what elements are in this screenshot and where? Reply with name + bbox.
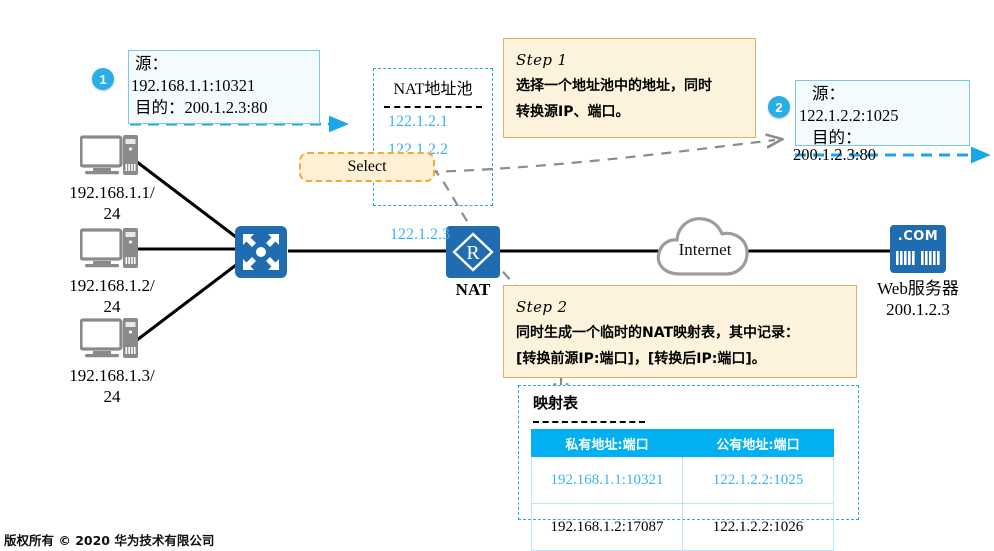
host-label-3-line1: 192.168.1.3/ <box>69 366 155 385</box>
web-server-label-line2: 200.1.2.3 <box>886 300 950 319</box>
host-label-3: 192.168.1.3/ 24 <box>42 365 182 407</box>
step2-title: Step 2 <box>516 298 568 316</box>
mapping-row2-private: 192.168.1.2:17087 <box>531 503 683 551</box>
host-label-1-line2: 24 <box>103 204 121 223</box>
switch-glyph <box>235 226 287 278</box>
nat-address-pool-box: NAT地址池 122.1.2.1 122.1.2.2 <box>373 68 493 206</box>
step1-line2: 转换源IP、端口。 <box>516 104 630 120</box>
mapping-row1-public: 122.1.2.2:1025 <box>682 456 834 504</box>
packet-before-badge: 1 <box>92 68 114 90</box>
host-icon-3 <box>79 318 140 365</box>
packet-after-badge: 2 <box>768 96 790 118</box>
mapping-table-header-private: 私有地址:端口 <box>531 429 683 457</box>
pool-divider <box>384 106 482 108</box>
step1-title: Step 1 <box>516 51 568 69</box>
packet-after-line1: 源： <box>812 84 845 103</box>
host-label-1: 192.168.1.1/ 24 <box>42 182 182 224</box>
packet-after-overflow-line: 200.1.2.3:80 <box>793 145 876 164</box>
mapping-table-header-row: 私有地址:端口 公有地址:端口 <box>531 429 834 457</box>
mapping-table-panel: 映射表 私有地址:端口 公有地址:端口 192.168.1.1:10321 12… <box>518 385 859 551</box>
step1-line1: 选择一个地址池中的地址，同时 <box>516 78 712 94</box>
packet-after-bubble: 源： 122.1.2.2:1025 目的： <box>795 80 970 147</box>
web-server-label: Web服务器 200.1.2.3 <box>858 278 978 320</box>
host-label-2-line2: 24 <box>103 297 121 316</box>
mapping-table: 私有地址:端口 公有地址:端口 192.168.1.1:10321 122.1.… <box>531 429 834 551</box>
packet-before-line1: 源： <box>135 54 168 73</box>
mapping-row1-private: 192.168.1.1:10321 <box>531 456 683 504</box>
step1-note: Step 1 选择一个地址池中的地址，同时 转换源IP、端口。 <box>503 38 756 138</box>
step2-note: Step 2 同时生成一个临时的NAT映射表，其中记录： [转换前源IP:端口]… <box>503 285 857 378</box>
step2-line1: 同时生成一个临时的NAT映射表，其中记录： <box>516 325 800 341</box>
select-chip[interactable]: Select <box>299 152 435 182</box>
host-label-3-line2: 24 <box>103 387 121 406</box>
mapping-row2-public: 122.1.2.2:1026 <box>682 503 834 551</box>
host-icon-1 <box>79 135 140 182</box>
mapping-table-header-public: 公有地址:端口 <box>682 429 834 457</box>
nat-router-icon: R <box>446 226 500 283</box>
select-chip-label: Select <box>347 158 387 175</box>
internet-cloud-label: Internet <box>678 240 732 259</box>
host-label-2: 192.168.1.2/ 24 <box>42 275 182 317</box>
host-label-1-line1: 192.168.1.1/ <box>69 183 155 202</box>
pool-ip-1[interactable]: 122.1.2.1 <box>374 112 450 132</box>
mapping-table-divider <box>533 421 645 423</box>
web-server-com-label: .COM <box>897 229 939 244</box>
pc-icon <box>79 228 138 268</box>
host-icon-2 <box>79 228 140 275</box>
svg-text:R: R <box>466 242 480 264</box>
web-server-label-line1: Web服务器 <box>877 279 959 298</box>
switch-icon <box>235 226 287 283</box>
pool-ip-3[interactable]: 122.1.2.3 <box>390 225 452 245</box>
step2-line2: [转换前源IP:端口]，[转换后IP:端口]。 <box>516 351 766 367</box>
router-glyph: R <box>446 226 500 278</box>
packet-before-bubble: 源： 192.168.1.1:10321 目的：200.1.2.3:80 <box>128 50 320 124</box>
pc-icon <box>79 318 138 358</box>
packet-after-line2: 122.1.2.2:1025 <box>799 106 899 125</box>
pc-icon <box>79 135 138 175</box>
nat-router-label: NAT <box>455 280 491 299</box>
nat-address-pool-title: NAT地址池 <box>393 81 473 98</box>
packet-before-line3: 目的：200.1.2.3:80 <box>135 98 268 117</box>
table-row[interactable]: 192.168.1.2:17087 122.1.2.2:1026 <box>531 503 834 551</box>
diagram-canvas: 192.168.1.1/ 24 192.168.1.2/ 24 192.168.… <box>0 0 994 551</box>
copyright-footer: 版权所有 © 2020 华为技术有限公司 <box>4 533 215 548</box>
packet-before-line2: 192.168.1.1:10321 <box>131 76 256 95</box>
table-row[interactable]: 192.168.1.1:10321 122.1.2.2:1025 <box>531 456 834 504</box>
host-label-2-line1: 192.168.1.2/ <box>69 276 155 295</box>
mapping-table-title: 映射表 <box>533 394 579 412</box>
